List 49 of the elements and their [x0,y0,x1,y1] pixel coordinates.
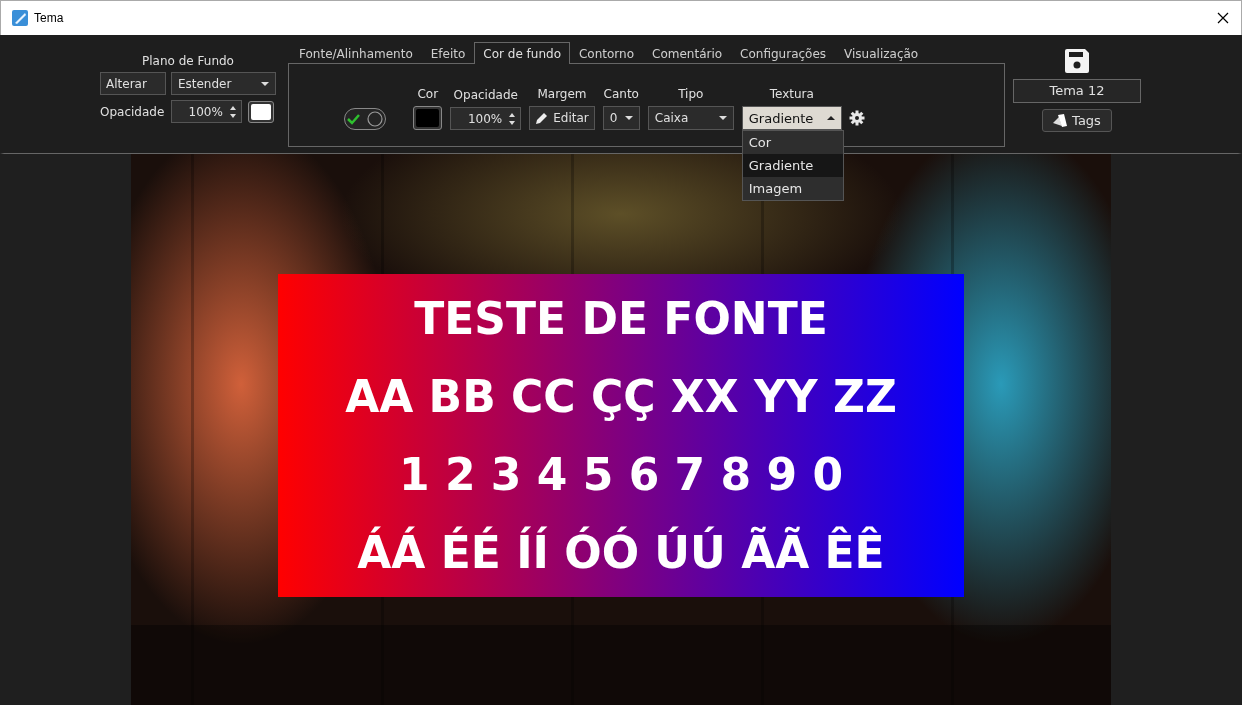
dropdown[interactable]: 0 [602,106,640,130]
menu-item[interactable]: Gradiente [742,154,843,177]
preview-text: AA BB CC ÇÇ XX YY ZZ [345,371,897,423]
caret-icon [826,116,835,120]
field-label: Opacidade [453,88,518,102]
change-button[interactable]: Alterar [100,72,166,95]
opacity-spinbox[interactable]: 100% [170,100,242,123]
preview-text: 1 2 3 4 5 6 7 8 9 0 [399,448,843,500]
tab[interactable]: Visualização [835,43,928,63]
edit-button[interactable]: Editar [529,106,595,130]
field-label: Tipo [678,87,704,101]
save-icon[interactable] [1065,49,1089,73]
window-title: Tema [34,11,64,25]
check-icon [347,113,361,125]
preview-text: ÁÁ ÉÉ ÍÍ ÓÓ ÚÚ ÃÃ ÊÊ [357,526,885,578]
knob-icon [367,111,384,127]
spinner-arrows-icon[interactable] [508,111,517,126]
opacity-label: Opacidade [100,104,166,119]
dropdown[interactable]: Caixa [647,106,734,130]
toggle-switch[interactable] [344,108,387,130]
spinner-arrows-icon[interactable] [228,104,237,119]
tab[interactable]: Configurações [731,43,836,63]
caret-icon [261,81,269,86]
menu-item[interactable]: Cor [742,131,843,154]
tab[interactable]: Comentário [643,43,732,63]
menu-item[interactable]: Imagem [742,177,843,200]
tab[interactable]: Cor de fundo [474,42,570,64]
field-label: Textura [769,87,814,101]
tags-button[interactable]: Tags [1042,109,1112,132]
caret-icon [718,116,727,120]
preview-text: TESTE DE FONTE [414,293,828,345]
caret-icon [624,116,633,120]
tab[interactable]: Efeito [421,43,475,63]
pencil-icon [535,111,549,125]
stretch-select[interactable]: Estender [170,72,276,95]
field-label: Margem [537,87,587,101]
field-label: Cor [417,87,439,101]
color-swatch[interactable] [413,106,443,130]
settings-icon[interactable] [848,110,865,126]
app-icon [12,10,28,26]
color-swatch[interactable] [248,100,275,123]
section-title: Plano de Fundo [141,54,235,68]
field-label: Canto [603,87,639,101]
opacity-spinbox[interactable]: 100% [450,107,522,130]
close-icon[interactable] [1217,12,1229,24]
tab[interactable]: Fonte/Alinhamento [290,43,422,63]
theme-name-field[interactable]: Tema 12 [1013,79,1141,103]
tags-icon [1053,114,1068,127]
tab[interactable]: Contorno [570,43,644,63]
